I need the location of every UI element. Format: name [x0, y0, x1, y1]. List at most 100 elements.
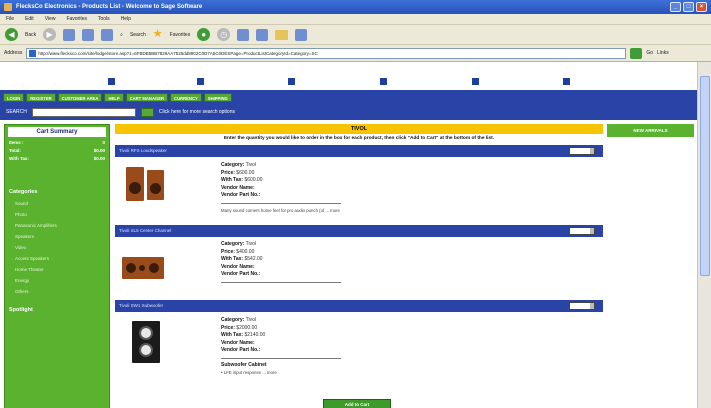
nav-currency[interactable]: CURRENCY [170, 92, 202, 102]
category-link[interactable]: Accent Speakers [5, 253, 109, 264]
menu-bar: File Edit View Favorites Tools Help [0, 14, 711, 25]
menu-view[interactable]: View [45, 16, 56, 22]
vendor-name: Vendor Name: [221, 339, 255, 346]
site-search-input[interactable] [31, 107, 136, 117]
favorites-toolbar-label[interactable]: Favorites [170, 32, 191, 38]
address-url[interactable]: http://www.flecksco.com/site/lodge/store… [38, 51, 317, 56]
cart-row: With Tax: $0.00 [5, 155, 109, 163]
address-label: Address [4, 50, 23, 56]
print-icon[interactable] [256, 28, 269, 41]
stop-icon[interactable] [63, 28, 76, 41]
search-row: SEARCH Click here for more search option… [0, 104, 697, 120]
folder-icon[interactable] [275, 29, 289, 40]
forward-arrow-icon[interactable]: ▶ [43, 28, 57, 41]
product-image-speakers[interactable] [122, 164, 170, 204]
nav-customer-area[interactable]: CUSTOMER AREA [57, 92, 103, 102]
nav-help[interactable]: HELP [104, 92, 124, 102]
banner-square-icon [472, 78, 479, 85]
product-name-link[interactable]: Tivoli RFS Loudspeaker [119, 148, 167, 153]
product-name-link[interactable]: Tivoli SL5 Center Channel [119, 228, 171, 233]
banner-square-icon [380, 78, 387, 85]
add-to-cart-button[interactable]: Add to Cart [323, 399, 391, 408]
menu-file[interactable]: File [6, 16, 14, 22]
site-nav: LOGIN REGISTER CUSTOMER AREA HELP CART M… [0, 90, 697, 104]
quantity-select[interactable] [569, 302, 595, 310]
history-icon[interactable]: ◷ [217, 28, 231, 41]
menu-edit[interactable]: Edit [25, 16, 34, 22]
search-go-button[interactable] [140, 107, 154, 117]
cart-summary-title: Cart Summary [8, 127, 106, 137]
menu-help[interactable]: Help [121, 16, 131, 22]
category-header: TIVOL [115, 124, 603, 134]
close-button[interactable]: × [696, 2, 707, 12]
search-toolbar-label[interactable]: Search [130, 32, 146, 38]
mail-icon[interactable] [237, 28, 250, 41]
woofer-icon [150, 183, 161, 194]
category-link[interactable]: Photo [5, 209, 109, 220]
cart-total-label: Total: [9, 148, 21, 153]
product-image-subwoofer[interactable] [122, 319, 170, 363]
refresh-icon[interactable] [82, 28, 95, 41]
browser-toolbar: ◀ Back ▶ ⌕ Search ★ Favorites ● ◷ [0, 25, 711, 45]
nav-register[interactable]: REGISTER [26, 92, 56, 102]
links-label[interactable]: Links [657, 50, 669, 56]
product-bullet[interactable]: • LFE input response ... more [221, 369, 341, 377]
product-details: Category: Tivol Price: $600.00 With Tax:… [221, 162, 341, 214]
home-icon[interactable] [101, 28, 114, 41]
category-link[interactable]: Video [5, 242, 109, 253]
product-price-with-tax: With Tax: $600.00 [221, 177, 263, 183]
product-title-bar: Tivoli SL5 Center Channel [115, 225, 603, 237]
scrollbar-thumb[interactable] [700, 76, 710, 276]
favorites-star-icon[interactable]: ★ [153, 29, 163, 40]
back-arrow-icon[interactable]: ◀ [5, 28, 18, 41]
product-details: Category: Tivol Price: $2000.00 With Tax… [221, 317, 341, 377]
speaker-icon [147, 170, 164, 200]
address-input[interactable]: http://www.flecksco.com/site/lodge/store… [26, 47, 627, 59]
speaker-icon [126, 167, 144, 201]
category-link[interactable]: Sound [5, 198, 109, 209]
search-icon[interactable]: ⌕ [120, 32, 123, 38]
cart-row: Items : 0 [5, 139, 109, 147]
media-icon[interactable]: ● [197, 28, 211, 41]
product-image-center-speaker[interactable] [122, 247, 170, 287]
banner-square-icon [288, 78, 295, 85]
vertical-scrollbar[interactable] [697, 62, 711, 408]
cone-icon [139, 343, 153, 357]
product-blurb[interactable]: Many sound comers home feel for pro audi… [221, 207, 341, 215]
advanced-search-link[interactable]: Click here for more search options [159, 109, 235, 115]
menu-tools[interactable]: Tools [98, 16, 110, 22]
header-banner [0, 62, 697, 90]
product-price: Price: $2000.00 [221, 324, 258, 331]
back-label[interactable]: Back [25, 32, 36, 38]
product-list: TIVOL Enter the quantity you would like … [115, 124, 603, 408]
banner-square-icon [108, 78, 115, 85]
product-sub-heading: Subwoofer Cabinet [221, 361, 267, 368]
woofer-icon [129, 182, 141, 194]
product-category: Category: Tivol [221, 241, 257, 247]
cone-icon [139, 326, 153, 340]
quantity-select[interactable] [569, 227, 595, 235]
category-link[interactable]: Others [5, 286, 109, 297]
nav-shipping[interactable]: SHIPPING [203, 92, 232, 102]
browser-icon [4, 3, 12, 11]
page-icon [29, 49, 37, 57]
category-link[interactable]: Panasonic Amplifiers [5, 220, 109, 231]
nav-cart-manager[interactable]: CART MANAGER [125, 92, 169, 102]
minimize-button[interactable]: _ [670, 2, 681, 12]
go-arrow-icon[interactable] [630, 47, 643, 59]
maximize-button[interactable]: □ [683, 2, 694, 12]
cart-total-value: $0.00 [93, 148, 105, 153]
category-link[interactable]: Energy [5, 275, 109, 286]
go-button[interactable]: Go [646, 50, 653, 56]
new-arrivals-box[interactable]: NEW ARRIVALS [607, 124, 694, 137]
woofer-icon [149, 263, 159, 273]
category-link[interactable]: Speakers [5, 231, 109, 242]
divider [221, 357, 341, 359]
nav-login[interactable]: LOGIN [3, 92, 25, 102]
messenger-icon[interactable] [295, 28, 308, 41]
menu-favorites[interactable]: Favorites [66, 16, 87, 22]
category-link[interactable]: Home Theater [5, 264, 109, 275]
quantity-select[interactable] [569, 147, 595, 155]
woofer-icon [126, 263, 136, 273]
product-name-link[interactable]: Tivoli SW1 Subwoofer [119, 303, 163, 308]
